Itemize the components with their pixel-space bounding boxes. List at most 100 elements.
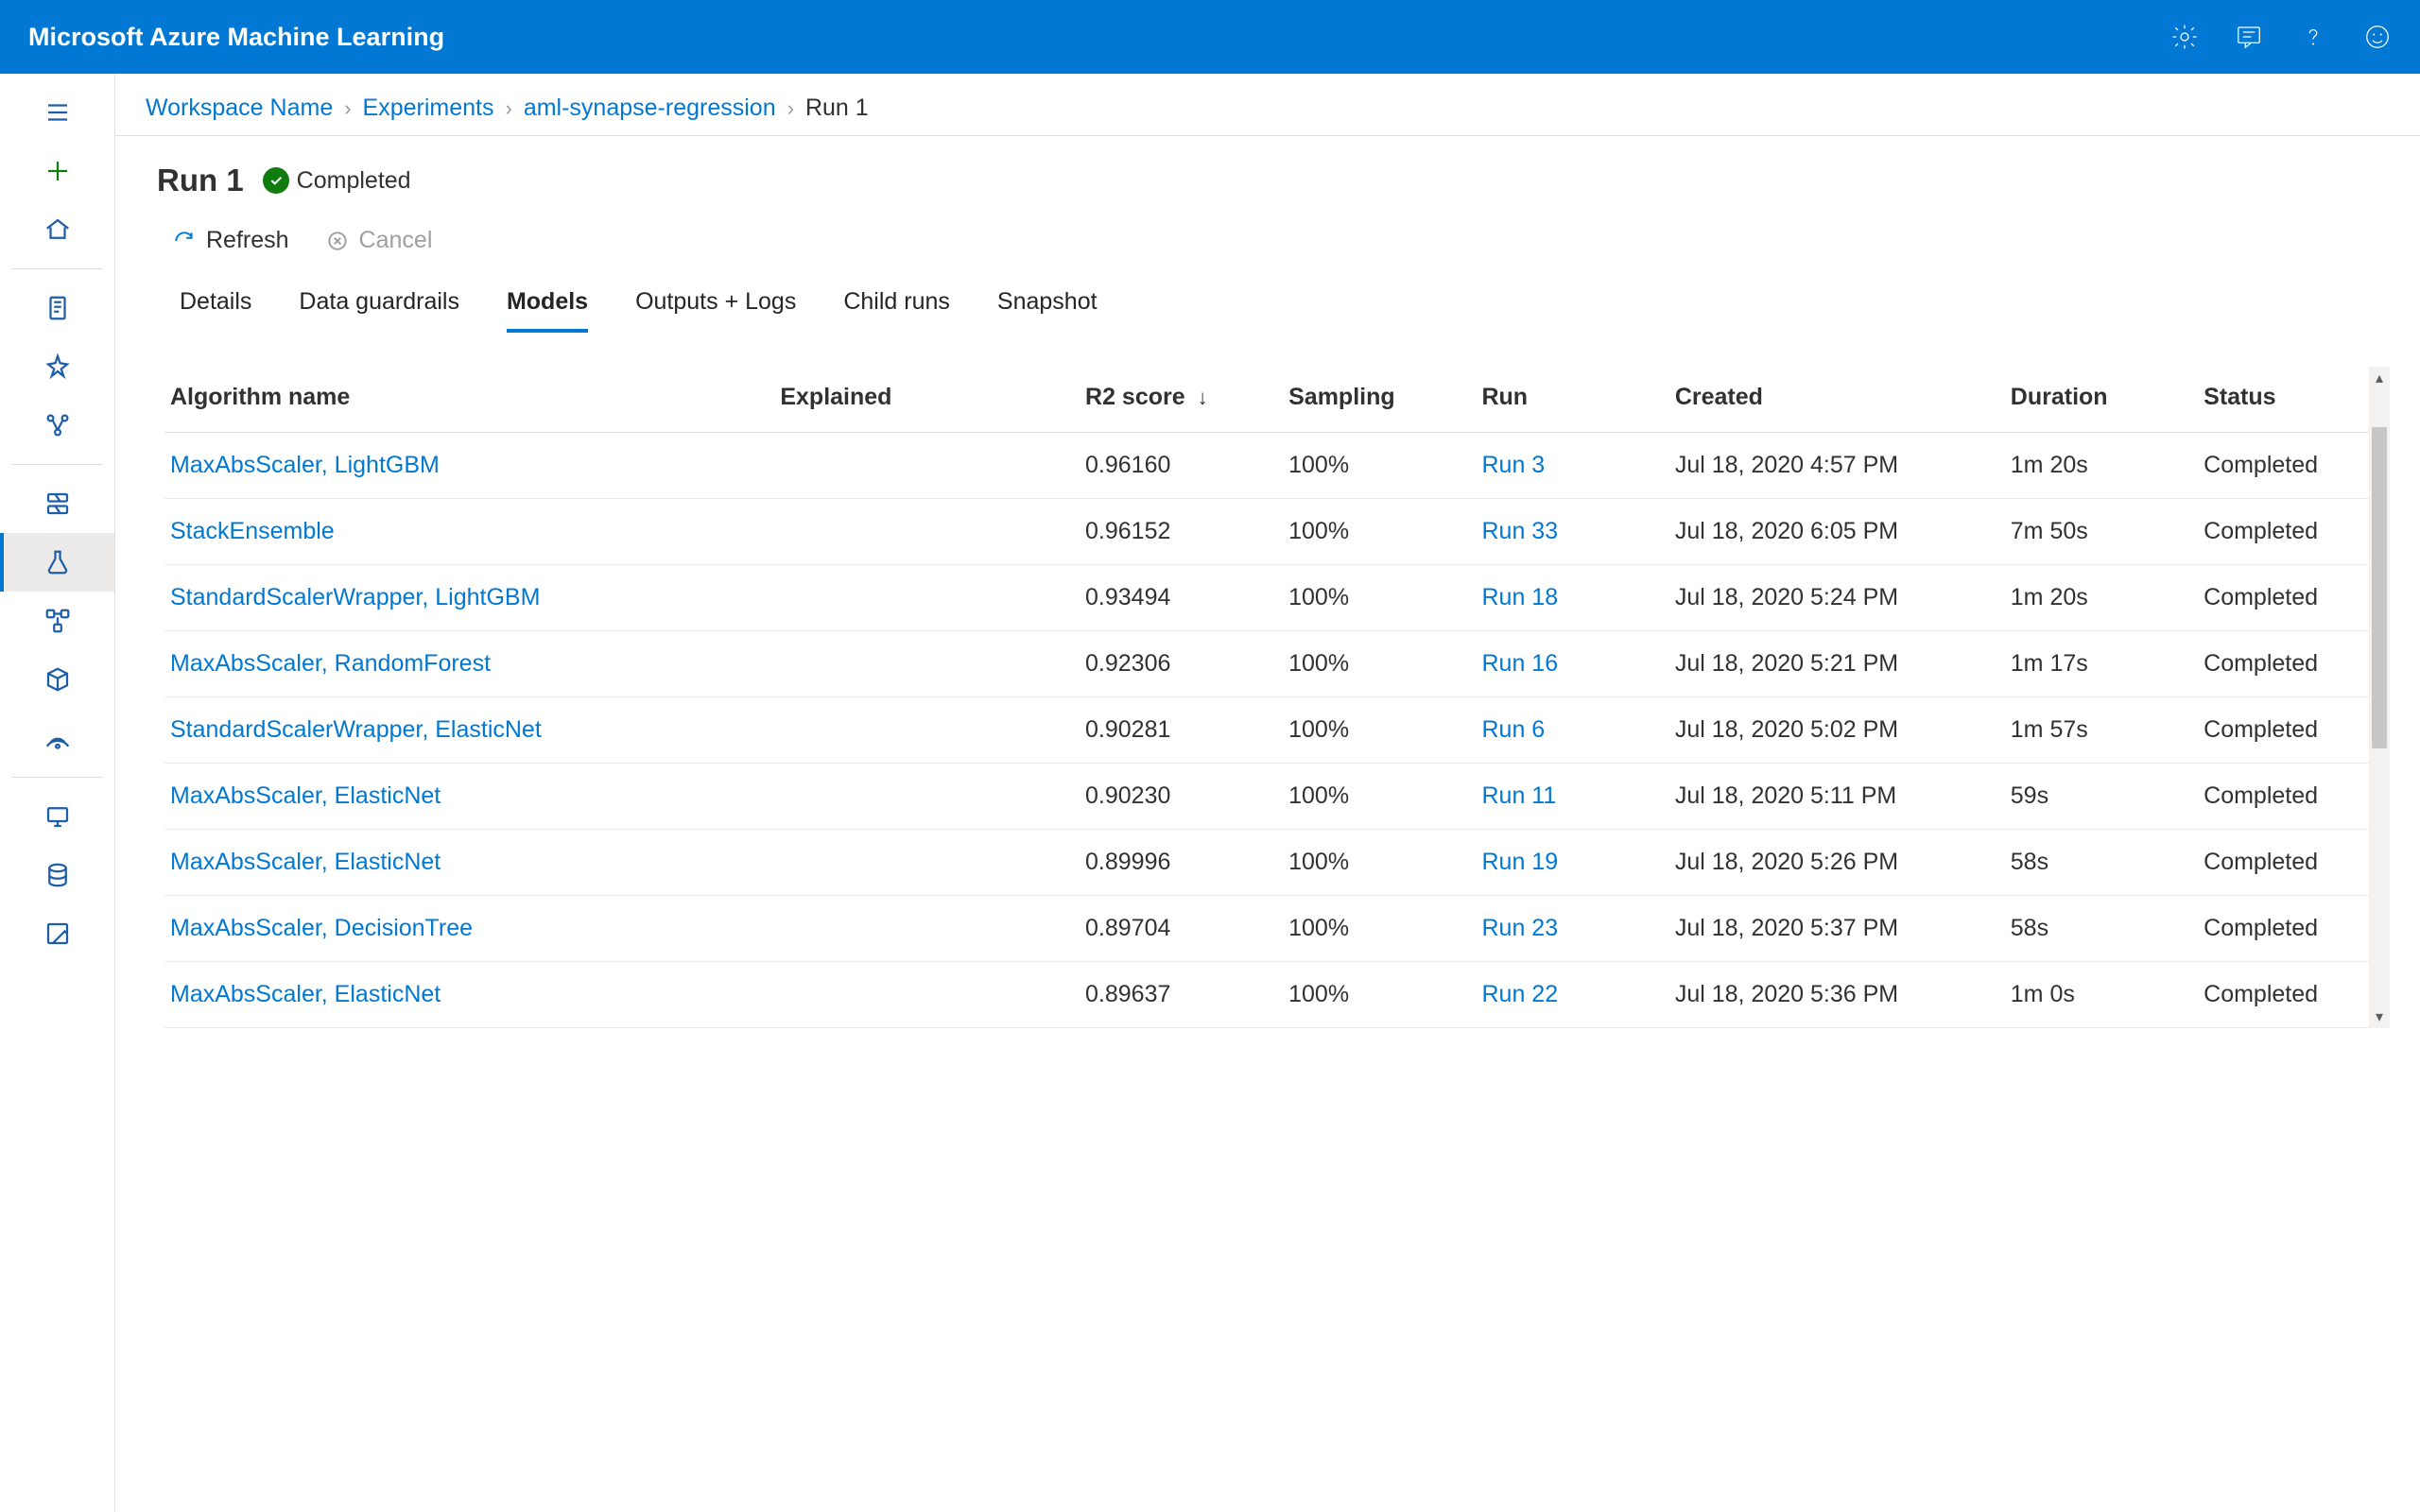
nav-models[interactable] [0, 650, 114, 709]
table-row: StandardScalerWrapper, ElasticNet 0.90281… [164, 697, 2371, 764]
refresh-label: Refresh [206, 227, 289, 254]
run-link[interactable]: Run 33 [1481, 518, 1558, 544]
cell-duration: 7m 50s [2005, 499, 2198, 565]
nav-new[interactable] [0, 142, 114, 200]
chevron-right-icon: › [506, 96, 512, 121]
tab-snapshot[interactable]: Snapshot [997, 279, 1098, 333]
nav-datasets[interactable] [0, 474, 114, 533]
table-row: MaxAbsScaler, ElasticNet0.89996100%Run 1… [164, 830, 2371, 896]
table-row: StackEnsemble0.96152100%Run 33Jul 18, 20… [164, 499, 2371, 565]
nav-designer[interactable] [0, 396, 114, 455]
cell-explained [774, 830, 1080, 896]
refresh-button[interactable]: Refresh [172, 227, 289, 254]
col-created[interactable]: Created [1669, 367, 2005, 433]
main-content: Workspace Name › Experiments › aml-synap… [115, 74, 2420, 1512]
help-icon[interactable] [2299, 23, 2327, 51]
col-run[interactable]: Run [1476, 367, 1668, 433]
tab-details[interactable]: Details [180, 279, 251, 333]
nav-menu-toggle[interactable] [0, 83, 114, 142]
cell-created: Jul 18, 2020 6:05 PM [1669, 499, 2005, 565]
algorithm-link[interactable]: StandardScalerWrapper, ElasticNet [170, 716, 542, 743]
algorithm-link[interactable]: MaxAbsScaler, LightGBM [170, 452, 440, 478]
scroll-down-icon[interactable]: ▾ [2376, 1005, 2383, 1028]
cell-explained [774, 565, 1080, 631]
tab-data-guardrails[interactable]: Data guardrails [299, 279, 459, 333]
nav-labeling[interactable] [0, 904, 114, 963]
run-link[interactable]: Run 6 [1481, 716, 1545, 743]
models-table: Algorithm name Explained R2 score ↓ Samp… [164, 367, 2371, 1028]
run-link[interactable]: Run 23 [1481, 915, 1558, 941]
breadcrumb-experiment[interactable]: aml-synapse-regression [524, 94, 776, 122]
algorithm-link[interactable]: StackEnsemble [170, 518, 335, 544]
tab-models[interactable]: Models [507, 279, 588, 333]
left-nav [0, 74, 115, 1512]
col-algorithm[interactable]: Algorithm name [164, 367, 774, 433]
cell-explained [774, 764, 1080, 830]
cell-sampling: 100% [1283, 565, 1476, 631]
run-link[interactable]: Run 19 [1481, 849, 1558, 875]
nav-divider-2 [11, 464, 103, 465]
cell-duration: 1m 20s [2005, 433, 2198, 499]
smile-icon[interactable] [2363, 23, 2392, 51]
nav-experiments[interactable] [0, 533, 114, 592]
app-title: Microsoft Azure Machine Learning [28, 23, 444, 52]
gear-icon[interactable] [2170, 23, 2199, 51]
cell-duration: 59s [2005, 764, 2198, 830]
run-link[interactable]: Run 22 [1481, 981, 1558, 1007]
scroll-thumb[interactable] [2372, 427, 2387, 748]
cell-r2: 0.90281 [1080, 697, 1283, 764]
nav-compute[interactable] [0, 787, 114, 846]
col-r2[interactable]: R2 score ↓ [1080, 367, 1283, 433]
cell-status: Completed [2198, 697, 2371, 764]
cell-status: Completed [2198, 433, 2371, 499]
algorithm-link[interactable]: MaxAbsScaler, ElasticNet [170, 981, 441, 1007]
page-title-row: Run 1 Completed [115, 136, 2420, 208]
cell-status: Completed [2198, 499, 2371, 565]
nav-datastores[interactable] [0, 846, 114, 904]
tab-outputs-logs[interactable]: Outputs + Logs [635, 279, 796, 333]
feedback-icon[interactable] [2235, 23, 2263, 51]
tab-child-runs[interactable]: Child runs [843, 279, 950, 333]
nav-automl[interactable] [0, 337, 114, 396]
run-link[interactable]: Run 18 [1481, 584, 1558, 610]
col-explained[interactable]: Explained [774, 367, 1080, 433]
algorithm-link[interactable]: MaxAbsScaler, ElasticNet [170, 849, 441, 875]
models-table-body: MaxAbsScaler, LightGBM0.96160100%Run 3Ju… [164, 433, 2371, 1028]
cell-r2: 0.89637 [1080, 962, 1283, 1028]
cell-sampling: 100% [1283, 631, 1476, 697]
cell-explained [774, 433, 1080, 499]
cell-status: Completed [2198, 631, 2371, 697]
cell-r2: 0.92306 [1080, 631, 1283, 697]
sort-desc-icon: ↓ [1198, 386, 1208, 409]
tabs: Details Data guardrails Models Outputs +… [115, 279, 2420, 333]
table-row: MaxAbsScaler, RandomForest 0.92306100%Run… [164, 631, 2371, 697]
nav-pipelines[interactable] [0, 592, 114, 650]
vertical-scrollbar[interactable]: ▴ ▾ [2369, 367, 2390, 1028]
breadcrumb-experiments[interactable]: Experiments [363, 94, 494, 122]
run-link[interactable]: Run 16 [1481, 650, 1558, 677]
status-badge: Completed [263, 167, 411, 195]
cell-created: Jul 18, 2020 5:26 PM [1669, 830, 2005, 896]
algorithm-link[interactable]: MaxAbsScaler, DecisionTree [170, 915, 473, 941]
scroll-up-icon[interactable]: ▴ [2376, 367, 2383, 389]
run-link[interactable]: Run 11 [1481, 782, 1556, 809]
cell-sampling: 100% [1283, 764, 1476, 830]
cell-sampling: 100% [1283, 499, 1476, 565]
col-status[interactable]: Status [2198, 367, 2371, 433]
cell-status: Completed [2198, 962, 2371, 1028]
algorithm-link[interactable]: MaxAbsScaler, RandomForest [170, 650, 491, 677]
algorithm-link[interactable]: StandardScalerWrapper, LightGBM [170, 584, 540, 610]
algorithm-link[interactable]: MaxAbsScaler, ElasticNet [170, 782, 441, 809]
nav-notebooks[interactable] [0, 279, 114, 337]
col-duration[interactable]: Duration [2005, 367, 2198, 433]
run-link[interactable]: Run 3 [1481, 452, 1545, 478]
nav-home[interactable] [0, 200, 114, 259]
cell-status: Completed [2198, 896, 2371, 962]
table-row: MaxAbsScaler, ElasticNet0.90230100%Run 1… [164, 764, 2371, 830]
table-row: MaxAbsScaler, ElasticNet0.89637100%Run 2… [164, 962, 2371, 1028]
cell-created: Jul 18, 2020 5:37 PM [1669, 896, 2005, 962]
nav-endpoints[interactable] [0, 709, 114, 767]
col-sampling[interactable]: Sampling [1283, 367, 1476, 433]
cell-explained [774, 631, 1080, 697]
breadcrumb-workspace[interactable]: Workspace Name [146, 94, 333, 122]
